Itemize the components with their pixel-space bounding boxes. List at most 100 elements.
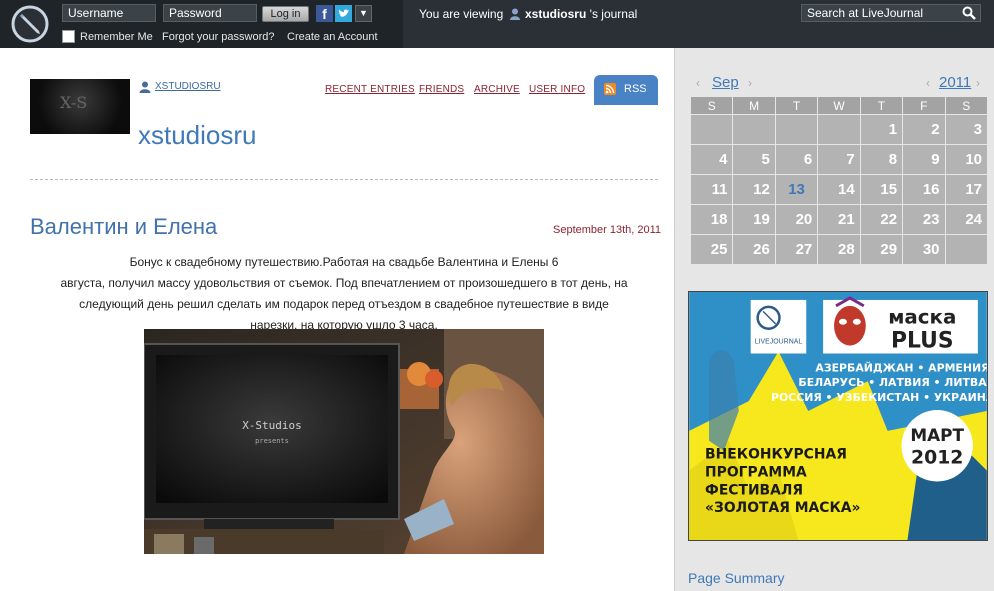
rss-icon bbox=[604, 83, 616, 95]
viewing-username-link[interactable]: xstudiosru bbox=[525, 7, 586, 21]
search-input[interactable]: Search at LiveJournal bbox=[801, 4, 981, 22]
weekday-header: T bbox=[774, 96, 819, 115]
entry-photo-subcaption: presents bbox=[255, 437, 289, 445]
create-account-link[interactable]: Create an Account bbox=[287, 31, 378, 43]
entry-text-line: августа, получил массу удовольствия от с… bbox=[60, 276, 628, 290]
nav-recent-entries[interactable]: RECENT ENTRIES bbox=[325, 84, 415, 95]
twitter-icon[interactable] bbox=[335, 5, 352, 22]
ad-program-line: ФЕСТИВАЛЯ bbox=[705, 482, 803, 498]
weekday-header: M bbox=[732, 96, 776, 115]
entry-photo-caption: X-Studios bbox=[242, 419, 302, 432]
ad-livejournal-label: LIVEJOURNAL bbox=[755, 339, 803, 346]
viewing-prefix: You are viewing bbox=[419, 7, 504, 21]
calendar-day bbox=[817, 114, 861, 145]
calendar-day: 28 bbox=[817, 234, 861, 265]
page-summary-heading: Page Summary bbox=[688, 570, 785, 586]
calendar-month-link[interactable]: Sep bbox=[712, 74, 739, 91]
calendar-day: 25 bbox=[689, 234, 734, 265]
username-input[interactable]: Username bbox=[62, 4, 156, 22]
calendar-table: S M T W T F S 1 2 3 4 5 6 7 8 9 10 11 12… bbox=[689, 96, 989, 265]
userpic-logo-text: X-S bbox=[60, 93, 88, 112]
weekday-header: T bbox=[859, 96, 904, 115]
user-icon bbox=[509, 8, 520, 20]
forgot-password-link[interactable]: Forgot your password? bbox=[162, 31, 275, 43]
weekday-header: F bbox=[902, 96, 946, 115]
ad-countries-line: АЗЕРБАЙДЖАН • АРМЕНИЯ bbox=[815, 361, 988, 374]
entry-text: Бонус к свадебному путешествию.Работая н… bbox=[30, 252, 658, 336]
journal-title[interactable]: xstudiosru bbox=[138, 120, 257, 151]
calendar-day bbox=[732, 114, 776, 145]
calendar-day: 9 bbox=[902, 144, 946, 175]
calendar-day: 5 bbox=[732, 144, 776, 175]
calendar-day: 12 bbox=[732, 174, 776, 205]
rss-button[interactable]: RSS bbox=[594, 75, 658, 105]
nav-user-info[interactable]: USER INFO bbox=[529, 84, 585, 95]
calendar-day: 30 bbox=[902, 234, 946, 265]
ad-date-year: 2012 bbox=[911, 448, 963, 469]
rss-label: RSS bbox=[624, 83, 647, 95]
calendar-day: 6 bbox=[774, 144, 819, 175]
user-icon bbox=[139, 81, 151, 93]
calendar-day: 4 bbox=[689, 144, 734, 175]
next-year-icon[interactable]: › bbox=[976, 76, 980, 90]
entry-date[interactable]: September 13th, 2011 bbox=[553, 224, 661, 236]
weekday-header: S bbox=[944, 96, 989, 115]
nav-archive[interactable]: ARCHIVE bbox=[474, 84, 520, 95]
calendar-day bbox=[774, 114, 819, 145]
prev-year-icon[interactable]: ‹ bbox=[926, 76, 930, 90]
calendar-day: 19 bbox=[732, 204, 776, 235]
calendar-day: 18 bbox=[689, 204, 734, 235]
entry-text-line: следующий день решил сделать им подарок … bbox=[79, 297, 609, 311]
next-month-icon[interactable]: › bbox=[748, 76, 752, 90]
viewing-suffix: 's journal bbox=[589, 7, 638, 21]
ad-countries-line: РОССИЯ • УЗБЕКИСТАН • УКРАИНА bbox=[771, 391, 988, 404]
journal-main: X-S XSTUDIOSRU xstudiosru RECENT ENTRIES… bbox=[0, 48, 674, 591]
calendar-day: 27 bbox=[774, 234, 819, 265]
entry-title[interactable]: Валентин и Елена bbox=[30, 214, 217, 240]
calendar-day: 26 bbox=[732, 234, 776, 265]
search-icon[interactable] bbox=[962, 6, 976, 20]
ad-brand-plus: PLUS bbox=[891, 329, 954, 354]
ad-brand-name: маска bbox=[888, 306, 956, 329]
nav-friends[interactable]: FRIENDS bbox=[419, 84, 464, 95]
ad-program-line: «ЗОЛОТАЯ МАСКА» bbox=[705, 500, 860, 516]
topbar: Username Password Log in f ▼ Remember Me… bbox=[0, 0, 994, 48]
calendar-day: 16 bbox=[902, 174, 946, 205]
calendar-day: 10 bbox=[944, 144, 989, 175]
calendar-day: 3 bbox=[944, 114, 989, 145]
calendar-day: 8 bbox=[859, 144, 904, 175]
header-divider bbox=[30, 179, 658, 180]
share-dropdown-icon[interactable]: ▼ bbox=[355, 5, 372, 22]
livejournal-logo-icon[interactable] bbox=[10, 4, 50, 44]
userpic[interactable]: X-S bbox=[30, 79, 130, 134]
weekday-header: S bbox=[689, 96, 734, 115]
calendar-day bbox=[944, 234, 989, 265]
calendar-year-link[interactable]: 2011 bbox=[939, 74, 971, 91]
calendar-day: 14 bbox=[817, 174, 861, 205]
weekday-header: W bbox=[817, 96, 861, 115]
golden-mask-ad-banner[interactable]: LIVEJOURNAL маска PLUS АЗЕРБАЙДЖАН • АРМ… bbox=[688, 291, 988, 541]
password-input[interactable]: Password bbox=[163, 4, 257, 22]
calendar-day: 17 bbox=[944, 174, 989, 205]
facebook-icon[interactable]: f bbox=[316, 5, 333, 22]
calendar-day: 24 bbox=[944, 204, 989, 235]
calendar-day: 21 bbox=[817, 204, 861, 235]
prev-month-icon[interactable]: ‹ bbox=[696, 76, 700, 90]
calendar-day: 23 bbox=[902, 204, 946, 235]
journal-user-link[interactable]: XSTUDIOSRU bbox=[155, 81, 221, 92]
login-button[interactable]: Log in bbox=[262, 6, 309, 22]
entry-photo[interactable]: X-Studios presents bbox=[144, 329, 544, 554]
entry-text-line: Бонус к свадебному путешествию.Работая н… bbox=[129, 255, 559, 269]
calendar-day: 11 bbox=[689, 174, 734, 205]
calendar-day: 29 bbox=[859, 234, 904, 265]
calendar-day bbox=[689, 114, 734, 145]
calendar-day: 15 bbox=[859, 174, 904, 205]
viewing-journal-text: You are viewing xstudiosru 's journal bbox=[419, 7, 637, 21]
calendar-day: 2 bbox=[902, 114, 946, 145]
calendar-day-today-link[interactable]: 13 bbox=[774, 174, 819, 205]
calendar-day: 1 bbox=[859, 114, 904, 145]
remember-me-checkbox[interactable] bbox=[62, 30, 75, 43]
calendar-day: 20 bbox=[774, 204, 819, 235]
remember-me-label: Remember Me bbox=[80, 31, 153, 43]
calendar-day: 22 bbox=[859, 204, 904, 235]
